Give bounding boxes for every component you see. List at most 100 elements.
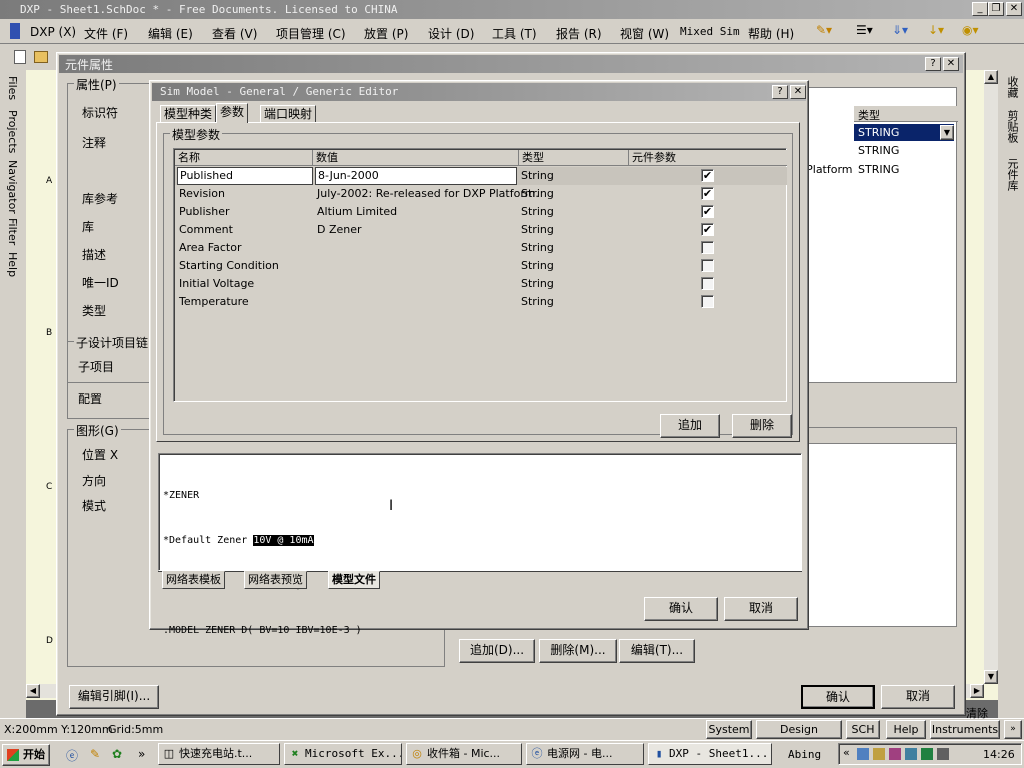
component-param-checkbox[interactable]: ✔ bbox=[701, 205, 714, 218]
tray-icon[interactable] bbox=[857, 748, 869, 760]
edit-model-button[interactable]: 编辑(T)... bbox=[619, 639, 695, 663]
ie-icon[interactable]: ⓔ bbox=[66, 747, 78, 764]
component-param-checkbox[interactable] bbox=[701, 259, 714, 272]
tray-arrow-icon[interactable]: « bbox=[843, 746, 850, 759]
panel-tab-clipboard[interactable]: 剪贴板 bbox=[1004, 110, 1020, 143]
panel-tab-projects[interactable]: Projects bbox=[6, 110, 19, 153]
param-value-cell[interactable]: Altium Limited bbox=[317, 203, 397, 221]
table-row[interactable]: Published 8-Jun-2000 String ✔ bbox=[175, 167, 787, 185]
component-param-checkbox[interactable] bbox=[701, 277, 714, 290]
status-more-icon[interactable]: » bbox=[1004, 720, 1022, 739]
menu-reports[interactable]: 报告 (R) bbox=[556, 25, 602, 42]
param-name-cell[interactable]: Starting Condition bbox=[179, 257, 279, 275]
pencil-icon[interactable]: ✎▾ bbox=[816, 23, 832, 37]
component-param-checkbox[interactable]: ✔ bbox=[701, 223, 714, 236]
param-name-cell[interactable]: Area Factor bbox=[179, 239, 241, 257]
sim-ok-button[interactable]: 确认 bbox=[644, 597, 718, 621]
add-model-button[interactable]: 追加(D)... bbox=[459, 639, 535, 663]
table-row[interactable]: Comment D Zener String ✔ bbox=[175, 221, 787, 239]
menu-view[interactable]: 查看 (V) bbox=[212, 25, 257, 42]
scroll-up-icon[interactable]: ▲ bbox=[984, 70, 998, 84]
new-doc-icon[interactable] bbox=[14, 50, 26, 64]
menu-mixed-sim[interactable]: Mixed Sim bbox=[680, 25, 740, 38]
source-icon[interactable]: ◉▾ bbox=[962, 23, 979, 37]
menu-place[interactable]: 放置 (P) bbox=[364, 25, 408, 42]
quicklaunch-more-icon[interactable]: » bbox=[138, 747, 145, 761]
param-name-cell[interactable]: Initial Voltage bbox=[179, 275, 254, 293]
align-icon[interactable]: ☰▾ bbox=[856, 23, 873, 37]
scroll-left-icon[interactable]: ◀ bbox=[26, 684, 40, 698]
tray-icon[interactable] bbox=[873, 748, 885, 760]
scroll-down-icon[interactable]: ▼ bbox=[984, 670, 998, 684]
param-name-cell[interactable]: Comment bbox=[179, 221, 233, 239]
panel-tab-favorites[interactable]: 收藏 bbox=[1004, 76, 1020, 98]
start-button[interactable]: 开始 bbox=[2, 744, 50, 766]
open-folder-icon[interactable] bbox=[34, 51, 48, 63]
menu-edit[interactable]: 编辑 (E) bbox=[148, 25, 193, 42]
table-row[interactable]: Revision July-2002: Re-released for DXP … bbox=[175, 185, 787, 203]
param-name-cell[interactable]: Publisher bbox=[179, 203, 230, 221]
panel-tab-help[interactable]: Help bbox=[6, 252, 19, 277]
close-icon[interactable]: ✕ bbox=[943, 57, 959, 71]
quicklaunch-icon[interactable]: ✿ bbox=[112, 747, 122, 761]
component-param-checkbox[interactable]: ✔ bbox=[701, 187, 714, 200]
param-name-cell[interactable]: Temperature bbox=[179, 293, 249, 311]
remove-model-button[interactable]: 删除(M)... bbox=[539, 639, 617, 663]
close-icon[interactable]: ✕ bbox=[1006, 2, 1022, 16]
quicklaunch-icon[interactable]: ✎ bbox=[90, 747, 100, 761]
param-value-cell[interactable]: July-2002: Re-released for DXP Platform. bbox=[317, 185, 539, 203]
menu-tools[interactable]: 工具 (T) bbox=[492, 25, 537, 42]
taskbar-item-active[interactable]: ▮ DXP - Sheet1... bbox=[648, 743, 772, 765]
menu-help[interactable]: 帮助 (H) bbox=[748, 25, 794, 42]
menu-file[interactable]: 文件 (F) bbox=[84, 25, 128, 42]
col-header-name[interactable]: 名称 bbox=[175, 150, 313, 166]
status-instruments-button[interactable]: Instruments bbox=[930, 720, 1000, 739]
param-name-cell[interactable]: Revision bbox=[179, 185, 225, 203]
tray-icon[interactable] bbox=[905, 748, 917, 760]
table-row[interactable]: Area Factor String bbox=[175, 239, 787, 257]
sim-cancel-button[interactable]: 取消 bbox=[724, 597, 798, 621]
menu-project[interactable]: 项目管理 (C) bbox=[276, 25, 346, 42]
param-value-cell[interactable]: D Zener bbox=[317, 221, 362, 239]
panel-tab-libraries[interactable]: 元件库 bbox=[1004, 158, 1020, 191]
ok-button[interactable]: 确认 bbox=[801, 685, 875, 709]
tab-netlist-preview[interactable]: 网络表预览 bbox=[244, 571, 307, 589]
table-row[interactable]: Temperature String bbox=[175, 293, 787, 311]
probe-icon[interactable]: ↓▾ bbox=[928, 23, 944, 37]
tray-icon[interactable] bbox=[889, 748, 901, 760]
tab-model-kind[interactable]: 模型种类 bbox=[160, 105, 217, 123]
menu-design[interactable]: 设计 (D) bbox=[428, 25, 474, 42]
help-icon[interactable]: ? bbox=[772, 85, 788, 99]
status-help-button[interactable]: Help bbox=[886, 720, 926, 739]
col-header-value[interactable]: 数值 bbox=[313, 150, 519, 166]
close-icon[interactable]: ✕ bbox=[790, 85, 806, 99]
panel-tab-files[interactable]: Files bbox=[6, 76, 19, 100]
taskbar-item[interactable]: ◎ 收件箱 - Mic... bbox=[406, 743, 522, 765]
menu-dxp[interactable]: DXP (X) bbox=[30, 25, 76, 39]
delete-parameter-button[interactable]: 删除 bbox=[732, 414, 792, 438]
param-name-cell[interactable]: Published bbox=[177, 167, 313, 185]
status-design-compiler-button[interactable]: Design Compiler bbox=[756, 720, 842, 753]
dropdown-arrow-icon[interactable]: ▼ bbox=[940, 125, 954, 140]
cancel-button[interactable]: 取消 bbox=[881, 685, 955, 709]
model-file-text-area[interactable]: *ZENER *Default Zener 10V @ 10mA *Zener … bbox=[158, 453, 802, 636]
tab-model-file[interactable]: 模型文件 bbox=[328, 571, 380, 589]
taskbar-item[interactable]: ⓔ 电源网 - 电... bbox=[526, 743, 644, 765]
clear-button[interactable]: 清除 bbox=[966, 705, 988, 721]
scroll-right-icon[interactable]: ▶ bbox=[970, 684, 984, 698]
status-sch-button[interactable]: SCH bbox=[846, 720, 880, 739]
tray-icon[interactable] bbox=[921, 748, 933, 760]
component-param-checkbox[interactable]: ✔ bbox=[701, 169, 714, 182]
minimize-icon[interactable]: _ bbox=[972, 2, 988, 16]
add-parameter-button[interactable]: 追加 bbox=[660, 414, 720, 438]
col-header-component-param[interactable]: 元件参数 bbox=[629, 150, 787, 166]
tray-icon[interactable] bbox=[937, 748, 949, 760]
restore-icon[interactable]: ❐ bbox=[988, 2, 1004, 16]
taskbar-item[interactable]: ✖ Microsoft Ex... bbox=[284, 743, 402, 765]
vertical-scrollbar[interactable]: ▲ ▼ bbox=[984, 70, 998, 684]
panel-tab-navigator[interactable]: Navigator bbox=[6, 160, 19, 214]
component-param-checkbox[interactable] bbox=[701, 295, 714, 308]
param-value-cell[interactable]: 8-Jun-2000 bbox=[315, 167, 517, 185]
table-row[interactable]: Publisher Altium Limited String ✔ bbox=[175, 203, 787, 221]
table-row[interactable]: Initial Voltage String bbox=[175, 275, 787, 293]
